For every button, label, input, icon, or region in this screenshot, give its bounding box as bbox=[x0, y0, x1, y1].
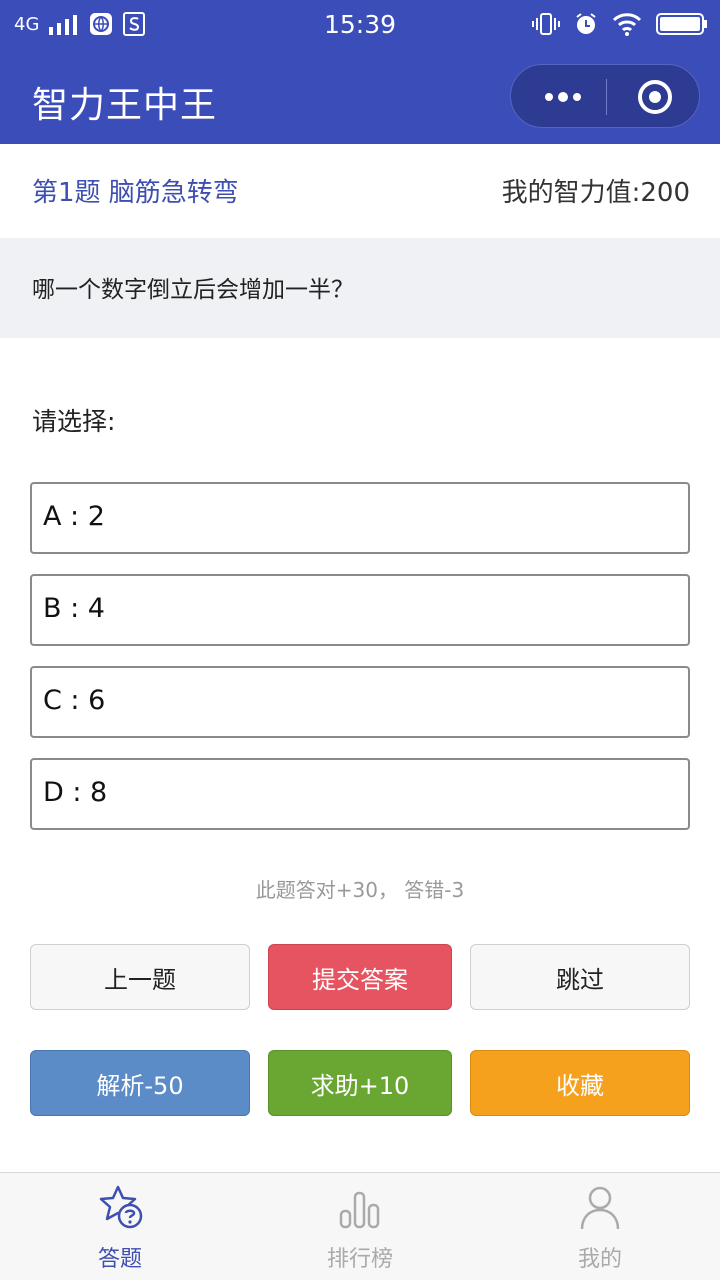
question-text: 哪一个数字倒立后会增加一半？ bbox=[32, 277, 354, 303]
battery-icon bbox=[656, 13, 707, 35]
tab-mine[interactable]: 我的 bbox=[480, 1173, 720, 1281]
tab-label: 我的 bbox=[577, 1247, 622, 1272]
intelligence-score: 我的智力值:200 bbox=[501, 178, 690, 208]
tab-label: 答题 bbox=[97, 1247, 142, 1272]
tab-bar: 答题 排行榜 我的 bbox=[0, 1172, 720, 1280]
user-icon bbox=[580, 1186, 620, 1230]
favorite-button[interactable]: 收藏 bbox=[470, 1050, 690, 1116]
mini-program-capsule bbox=[510, 64, 700, 128]
alarm-icon bbox=[576, 13, 596, 34]
prev-question-button[interactable]: 上一题 bbox=[30, 944, 250, 1010]
tab-ranking[interactable]: 排行榜 bbox=[240, 1173, 480, 1281]
question-box: 哪一个数字倒立后会增加一半？ bbox=[0, 238, 720, 338]
more-icon[interactable] bbox=[537, 83, 589, 111]
option-b[interactable]: B : 4 bbox=[30, 574, 690, 646]
tab-answer[interactable]: 答题 bbox=[0, 1173, 240, 1281]
option-label: D : 8 bbox=[43, 777, 108, 808]
choose-prompt: 请选择: bbox=[32, 407, 116, 436]
page-title: 智力王中王 bbox=[32, 85, 218, 126]
option-c[interactable]: C : 6 bbox=[30, 666, 690, 738]
option-label: A : 2 bbox=[43, 501, 105, 532]
wifi-icon bbox=[612, 13, 642, 36]
status-right bbox=[532, 12, 708, 36]
option-label: B : 4 bbox=[43, 593, 105, 624]
question-number: 第1题 脑筋急转弯 bbox=[32, 178, 239, 208]
skip-button[interactable]: 跳过 bbox=[470, 944, 690, 1010]
option-label: C : 6 bbox=[43, 685, 106, 716]
bar-chart-icon bbox=[339, 1191, 380, 1229]
help-button[interactable]: 求助+10 bbox=[268, 1050, 452, 1116]
option-a[interactable]: A : 2 bbox=[30, 482, 690, 554]
score-hint: 此题答对+30， 答错-3 bbox=[255, 878, 465, 902]
tab-label: 排行榜 bbox=[326, 1247, 393, 1272]
vibrate-icon bbox=[532, 13, 560, 35]
status-bar: 4G 15:39 bbox=[0, 0, 720, 50]
option-d[interactable]: D : 8 bbox=[30, 758, 690, 830]
capsule-divider bbox=[606, 79, 607, 115]
close-target-icon[interactable] bbox=[637, 79, 673, 115]
nav-bar: 智力王中王 bbox=[0, 50, 720, 144]
analysis-button[interactable]: 解析-50 bbox=[30, 1050, 250, 1116]
star-question-icon bbox=[99, 1185, 143, 1229]
question-header: 第1题 脑筋急转弯 我的智力值:200 bbox=[0, 144, 720, 238]
submit-answer-button[interactable]: 提交答案 bbox=[268, 944, 452, 1010]
